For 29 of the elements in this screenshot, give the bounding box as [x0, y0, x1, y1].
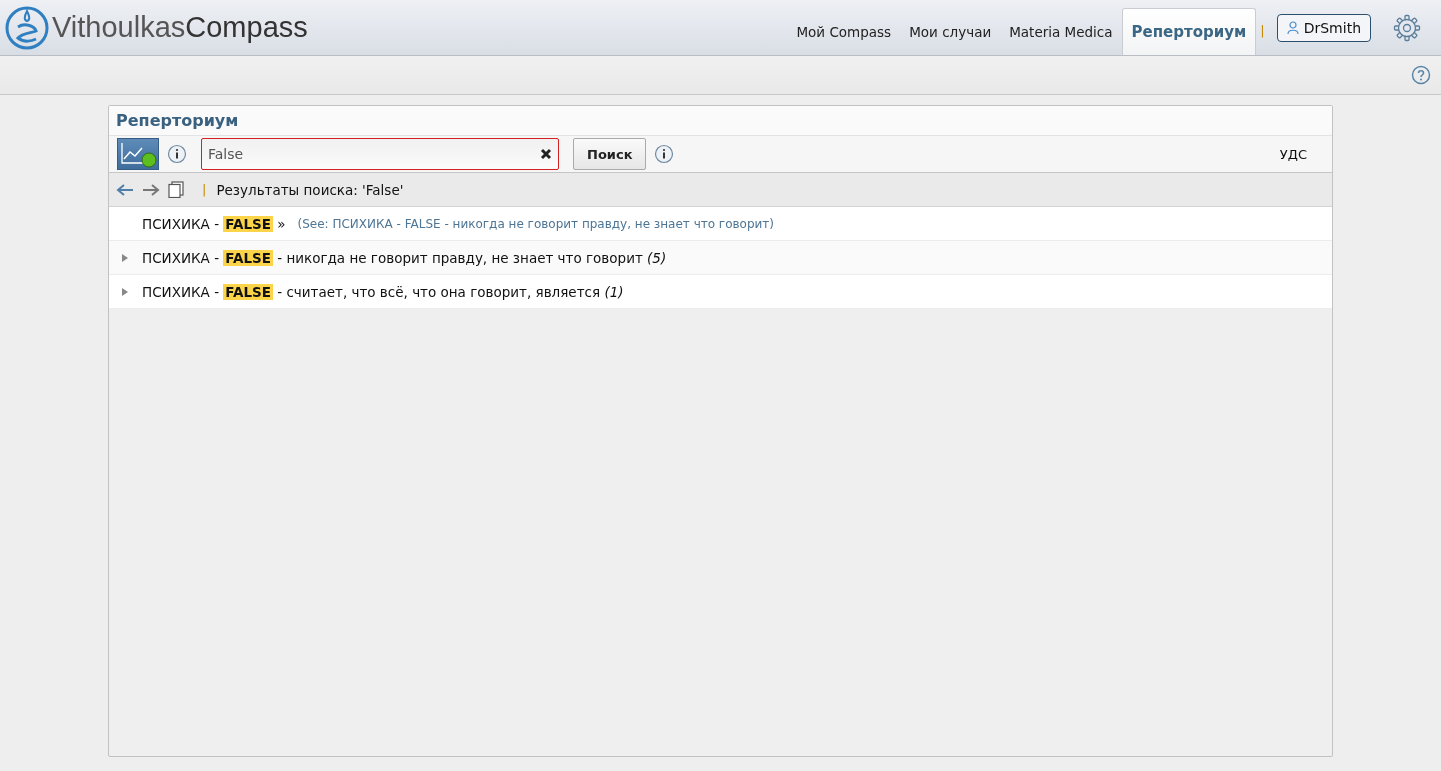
clear-icon[interactable]	[540, 148, 552, 160]
back-arrow-icon[interactable]	[116, 182, 134, 197]
nav-tab[interactable]: Мои случаи	[900, 9, 1001, 55]
cross-reference-link[interactable]: (See: ПСИХИКА - FALSE - никогда не говорит правду, не знает что говорит)	[297, 216, 774, 231]
rubric-link[interactable]: ПСИХИКА - FALSE »	[142, 215, 286, 232]
chart-button[interactable]	[117, 138, 159, 170]
settings-icon[interactable]	[1393, 13, 1421, 42]
user-button[interactable]: DrSmith	[1276, 13, 1371, 42]
pages-icon[interactable]	[168, 181, 184, 198]
search-field[interactable]: False	[201, 138, 559, 170]
nav-tab[interactable]: Реперториум	[1121, 8, 1257, 55]
forward-arrow-icon[interactable]	[142, 182, 160, 197]
results-heading: Результаты поиска: 'False'	[216, 181, 404, 198]
separator: |	[202, 182, 207, 197]
separator: |	[1260, 22, 1265, 38]
expand-arrow-icon[interactable]	[122, 253, 128, 262]
nav-tab[interactable]: Мой Compass	[787, 9, 901, 55]
person-icon	[1286, 20, 1299, 35]
logo-icon	[4, 4, 50, 51]
logo-wordmark: VithoulkasCompass	[52, 11, 308, 44]
toolbar-label: УДС	[1279, 146, 1307, 162]
nav-tab[interactable]: Materia Medica	[1000, 9, 1122, 55]
search-button[interactable]: Поиск	[573, 138, 647, 170]
info-icon[interactable]	[167, 144, 187, 164]
expand-arrow-icon[interactable]	[122, 287, 128, 296]
help-icon[interactable]	[1411, 65, 1431, 85]
rubric-item[interactable]: ПСИХИКА - FALSE - считает, что всё, что она говорит, является (1)	[142, 283, 624, 300]
panel-title: Реперториум	[109, 106, 1332, 136]
info-icon[interactable]	[654, 144, 675, 164]
